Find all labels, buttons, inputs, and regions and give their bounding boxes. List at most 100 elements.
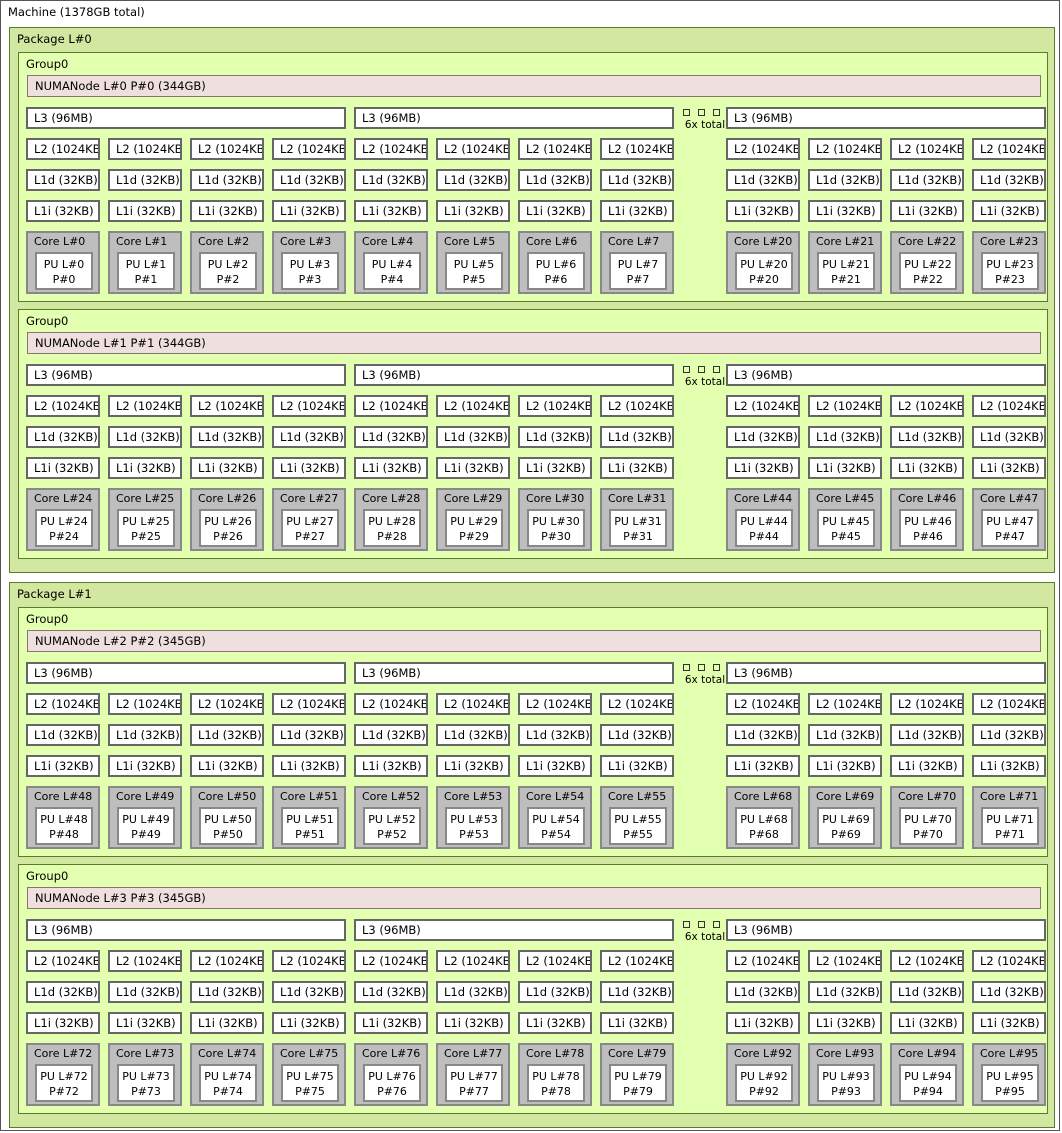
- pu-box-1-0-0[interactable]: PU L#48 P#48: [35, 807, 93, 845]
- l1d-cache-0-0-3[interactable]: L1d (32KB): [272, 169, 346, 191]
- l2-cache-1-0-10[interactable]: L2 (1024KB): [890, 693, 964, 715]
- core-box-0-0-0[interactable]: Core L#0 PU L#0 P#0: [26, 231, 100, 294]
- pu-box-1-1-6[interactable]: PU L#78 P#78: [527, 1064, 585, 1102]
- l3-cache-mid-0-0[interactable]: L3 (96MB): [354, 107, 674, 129]
- l1d-cache-0-0-8[interactable]: L1d (32KB): [726, 169, 800, 191]
- l3-cache-mid-0-1[interactable]: L3 (96MB): [354, 364, 674, 386]
- l1d-cache-0-1-6[interactable]: L1d (32KB): [518, 426, 592, 448]
- l2-cache-1-0-9[interactable]: L2 (1024KB): [808, 693, 882, 715]
- l1d-cache-1-0-0[interactable]: L1d (32KB): [26, 724, 100, 746]
- l1i-cache-1-0-9[interactable]: L1i (32KB): [808, 755, 882, 777]
- core-box-1-1-7[interactable]: Core L#79 PU L#79 P#79: [600, 1043, 674, 1106]
- pu-box-0-0-8[interactable]: PU L#20 P#20: [735, 252, 793, 290]
- pu-box-1-0-3[interactable]: PU L#51 P#51: [281, 807, 339, 845]
- l3-cache-right-0-0[interactable]: L3 (96MB): [726, 107, 1046, 129]
- l1d-cache-0-0-0[interactable]: L1d (32KB): [26, 169, 100, 191]
- l2-cache-1-0-7[interactable]: L2 (1024KB): [600, 693, 674, 715]
- core-box-1-1-10[interactable]: Core L#94 PU L#94 P#94: [890, 1043, 964, 1106]
- core-box-0-0-4[interactable]: Core L#4 PU L#4 P#4: [354, 231, 428, 294]
- l1i-cache-0-1-6[interactable]: L1i (32KB): [518, 457, 592, 479]
- core-box-1-0-10[interactable]: Core L#70 PU L#70 P#70: [890, 786, 964, 849]
- core-box-0-0-11[interactable]: Core L#23 PU L#23 P#23: [972, 231, 1046, 294]
- l3-cache-right-1-1[interactable]: L3 (96MB): [726, 919, 1046, 941]
- pu-box-0-0-5[interactable]: PU L#5 P#5: [445, 252, 503, 290]
- l1d-cache-0-0-2[interactable]: L1d (32KB): [190, 169, 264, 191]
- l2-cache-1-1-3[interactable]: L2 (1024KB): [272, 950, 346, 972]
- l1d-cache-0-1-1[interactable]: L1d (32KB): [108, 426, 182, 448]
- l2-cache-0-1-9[interactable]: L2 (1024KB): [808, 395, 882, 417]
- package-box-0[interactable]: Package L#0 Group0 NUMANode L#0 P#0 (344GB…: [9, 27, 1055, 573]
- l1i-cache-1-1-7[interactable]: L1i (32KB): [600, 1012, 674, 1034]
- pu-box-0-1-3[interactable]: PU L#27 P#27: [281, 509, 339, 547]
- pu-box-0-0-1[interactable]: PU L#1 P#1: [117, 252, 175, 290]
- l1i-cache-0-0-3[interactable]: L1i (32KB): [272, 200, 346, 222]
- core-box-0-1-9[interactable]: Core L#45 PU L#45 P#45: [808, 488, 882, 551]
- l2-cache-0-1-4[interactable]: L2 (1024KB): [354, 395, 428, 417]
- pu-box-0-0-7[interactable]: PU L#7 P#7: [609, 252, 667, 290]
- pu-box-0-1-8[interactable]: PU L#44 P#44: [735, 509, 793, 547]
- l1d-cache-0-0-5[interactable]: L1d (32KB): [436, 169, 510, 191]
- l1d-cache-1-0-5[interactable]: L1d (32KB): [436, 724, 510, 746]
- l1i-cache-0-1-7[interactable]: L1i (32KB): [600, 457, 674, 479]
- l1d-cache-0-0-9[interactable]: L1d (32KB): [808, 169, 882, 191]
- l1i-cache-1-0-10[interactable]: L1i (32KB): [890, 755, 964, 777]
- l2-cache-1-1-9[interactable]: L2 (1024KB): [808, 950, 882, 972]
- l1i-cache-0-0-8[interactable]: L1i (32KB): [726, 200, 800, 222]
- core-box-0-0-8[interactable]: Core L#20 PU L#20 P#20: [726, 231, 800, 294]
- pu-box-0-0-3[interactable]: PU L#3 P#3: [281, 252, 339, 290]
- l2-cache-0-0-4[interactable]: L2 (1024KB): [354, 138, 428, 160]
- l1d-cache-1-1-6[interactable]: L1d (32KB): [518, 981, 592, 1003]
- core-box-0-0-3[interactable]: Core L#3 PU L#3 P#3: [272, 231, 346, 294]
- l2-cache-1-1-6[interactable]: L2 (1024KB): [518, 950, 592, 972]
- l1i-cache-0-0-1[interactable]: L1i (32KB): [108, 200, 182, 222]
- core-box-0-1-8[interactable]: Core L#44 PU L#44 P#44: [726, 488, 800, 551]
- pu-box-0-1-2[interactable]: PU L#26 P#26: [199, 509, 257, 547]
- core-box-0-0-10[interactable]: Core L#22 PU L#22 P#22: [890, 231, 964, 294]
- l2-cache-1-0-6[interactable]: L2 (1024KB): [518, 693, 592, 715]
- l2-cache-0-1-6[interactable]: L2 (1024KB): [518, 395, 592, 417]
- numanode-box-1-1[interactable]: NUMANode L#3 P#3 (345GB): [27, 887, 1041, 909]
- l1i-cache-1-0-7[interactable]: L1i (32KB): [600, 755, 674, 777]
- pu-box-0-0-0[interactable]: PU L#0 P#0: [35, 252, 93, 290]
- core-box-1-0-6[interactable]: Core L#54 PU L#54 P#54: [518, 786, 592, 849]
- l1i-cache-0-1-8[interactable]: L1i (32KB): [726, 457, 800, 479]
- pu-box-1-1-11[interactable]: PU L#95 P#95: [981, 1064, 1039, 1102]
- l1d-cache-1-0-11[interactable]: L1d (32KB): [972, 724, 1046, 746]
- l1d-cache-1-1-8[interactable]: L1d (32KB): [726, 981, 800, 1003]
- pu-box-1-0-7[interactable]: PU L#55 P#55: [609, 807, 667, 845]
- l1i-cache-0-0-7[interactable]: L1i (32KB): [600, 200, 674, 222]
- l1i-cache-0-0-11[interactable]: L1i (32KB): [972, 200, 1046, 222]
- group-box-1-1[interactable]: Group0 NUMANode L#3 P#3 (345GB) L3 (96MB) L…: [18, 864, 1048, 1114]
- l1d-cache-1-0-7[interactable]: L1d (32KB): [600, 724, 674, 746]
- l1i-cache-1-0-8[interactable]: L1i (32KB): [726, 755, 800, 777]
- pu-box-1-1-5[interactable]: PU L#77 P#77: [445, 1064, 503, 1102]
- core-box-0-1-11[interactable]: Core L#47 PU L#47 P#47: [972, 488, 1046, 551]
- l2-cache-0-1-10[interactable]: L2 (1024KB): [890, 395, 964, 417]
- core-box-0-1-5[interactable]: Core L#29 PU L#29 P#29: [436, 488, 510, 551]
- l2-cache-1-1-5[interactable]: L2 (1024KB): [436, 950, 510, 972]
- core-box-1-0-0[interactable]: Core L#48 PU L#48 P#48: [26, 786, 100, 849]
- l1i-cache-1-1-1[interactable]: L1i (32KB): [108, 1012, 182, 1034]
- pu-box-1-0-1[interactable]: PU L#49 P#49: [117, 807, 175, 845]
- l1d-cache-0-1-10[interactable]: L1d (32KB): [890, 426, 964, 448]
- l1i-cache-1-0-4[interactable]: L1i (32KB): [354, 755, 428, 777]
- l2-cache-1-0-1[interactable]: L2 (1024KB): [108, 693, 182, 715]
- l1d-cache-1-0-4[interactable]: L1d (32KB): [354, 724, 428, 746]
- l1i-cache-0-1-9[interactable]: L1i (32KB): [808, 457, 882, 479]
- l2-cache-0-0-8[interactable]: L2 (1024KB): [726, 138, 800, 160]
- l1i-cache-1-1-5[interactable]: L1i (32KB): [436, 1012, 510, 1034]
- l3-cache-right-0-1[interactable]: L3 (96MB): [726, 364, 1046, 386]
- l1i-cache-0-1-10[interactable]: L1i (32KB): [890, 457, 964, 479]
- core-box-1-1-3[interactable]: Core L#75 PU L#75 P#75: [272, 1043, 346, 1106]
- core-box-1-1-4[interactable]: Core L#76 PU L#76 P#76: [354, 1043, 428, 1106]
- group-box-0-0[interactable]: Group0 NUMANode L#0 P#0 (344GB) L3 (96MB) L…: [18, 52, 1048, 302]
- pu-box-0-0-9[interactable]: PU L#21 P#21: [817, 252, 875, 290]
- l2-cache-1-1-7[interactable]: L2 (1024KB): [600, 950, 674, 972]
- l2-cache-1-1-4[interactable]: L2 (1024KB): [354, 950, 428, 972]
- core-box-1-1-5[interactable]: Core L#77 PU L#77 P#77: [436, 1043, 510, 1106]
- l1i-cache-0-0-9[interactable]: L1i (32KB): [808, 200, 882, 222]
- l1d-cache-1-0-3[interactable]: L1d (32KB): [272, 724, 346, 746]
- l1d-cache-1-1-7[interactable]: L1d (32KB): [600, 981, 674, 1003]
- l1d-cache-0-1-8[interactable]: L1d (32KB): [726, 426, 800, 448]
- l2-cache-1-0-0[interactable]: L2 (1024KB): [26, 693, 100, 715]
